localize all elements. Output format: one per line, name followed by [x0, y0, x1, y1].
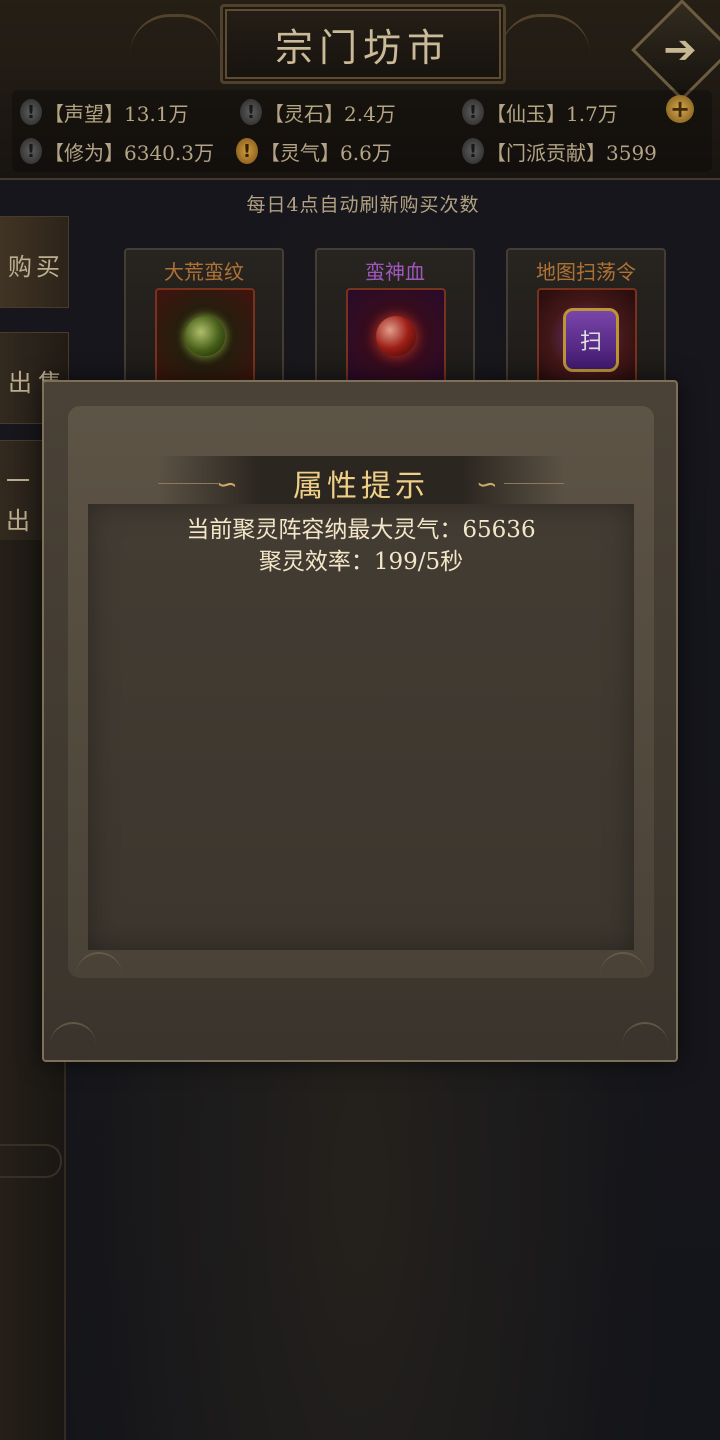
dialog-content: 当前聚灵阵容纳最大灵气：65636 聚灵效率：199/5秒 — [88, 504, 634, 950]
dialog-inner-panel: ∽ 属性提示 ∽ 当前聚灵阵容纳最大灵气：65636 聚灵效率：199/5秒 — [68, 406, 654, 978]
swirl-ornament-right-icon: ∽ — [476, 470, 498, 500]
gather-rate-text: 聚灵效率：199/5秒 — [258, 549, 464, 575]
title-rule-right — [504, 483, 564, 484]
corner-ornament — [76, 952, 122, 982]
dialog-title-band: ∽ 属性提示 ∽ — [158, 456, 564, 510]
max-spirit-qi-text: 当前聚灵阵容纳最大灵气：65636 — [186, 517, 536, 543]
corner-ornament — [622, 1022, 668, 1052]
corner-ornament — [600, 952, 646, 982]
attribute-tip-dialog: ∽ 属性提示 ∽ 当前聚灵阵容纳最大灵气：65636 聚灵效率：199/5秒 — [42, 380, 678, 1062]
corner-ornament — [50, 1022, 96, 1052]
